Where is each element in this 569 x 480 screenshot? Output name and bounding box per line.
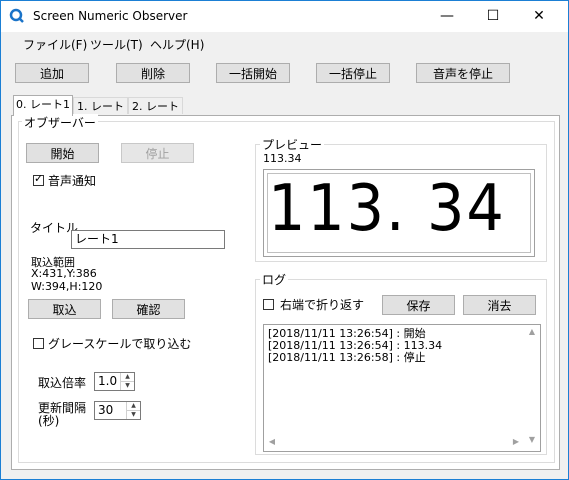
start-button[interactable]: 開始 xyxy=(26,143,99,163)
interval-spin-buttons: ▲ ▼ xyxy=(126,402,140,419)
scroll-right-icon[interactable]: ▶ xyxy=(508,437,524,446)
close-button[interactable]: ✕ xyxy=(516,1,562,32)
log-line: [2018/11/11 13:26:58] : 停止 xyxy=(268,351,426,364)
spin-up-icon[interactable]: ▲ xyxy=(121,373,134,382)
capture-button[interactable]: 取込 xyxy=(28,299,101,319)
zoom-label: 取込倍率 xyxy=(38,376,87,390)
voice-notify-label: 音声通知 xyxy=(48,174,97,188)
preview-group-label: プレビュー xyxy=(260,136,325,153)
spin-up-icon[interactable]: ▲ xyxy=(127,402,140,411)
minimize-button[interactable]: — xyxy=(424,1,470,32)
start-all-button[interactable]: 一括開始 xyxy=(216,63,290,83)
scroll-down-icon[interactable]: ▼ xyxy=(524,435,540,444)
stop-button[interactable]: 停止 xyxy=(121,143,194,163)
preview-frame: 113. 34 xyxy=(267,172,531,253)
zoom-value: 1.0 xyxy=(98,374,118,388)
title-input[interactable]: レート1 xyxy=(71,230,225,249)
tab-rate2[interactable]: 1. レート2 xyxy=(73,97,128,130)
menu-help[interactable]: ヘルプ(H) xyxy=(150,36,204,53)
observer-group-label: オブザーバー xyxy=(22,114,98,131)
scroll-up-icon[interactable]: ▲ xyxy=(524,327,540,336)
log-scrollbar[interactable]: ▲ ▼ xyxy=(524,325,540,451)
app-window: Screen Numeric Observer — ☐ ✕ ファイル(F) ツー… xyxy=(0,0,569,480)
clear-button[interactable]: 消去 xyxy=(463,295,536,315)
app-logo-icon xyxy=(9,8,24,23)
delete-button[interactable]: 削除 xyxy=(116,63,190,83)
menu-bar: ファイル(F) ツール(T) ヘルプ(H) xyxy=(1,32,568,54)
check-icon: ✓ xyxy=(34,172,44,185)
preview-big-number: 113. 34 xyxy=(268,172,506,246)
save-button[interactable]: 保存 xyxy=(382,295,455,315)
scroll-left-icon[interactable]: ◀ xyxy=(264,437,280,446)
interval-unit-label: (秒) xyxy=(38,414,60,428)
tab-rate3[interactable]: 2. レート3 xyxy=(128,97,183,130)
voice-notify-checkbox[interactable]: ✓ xyxy=(33,172,44,186)
zoom-spin-buttons: ▲ ▼ xyxy=(120,373,134,390)
preview-image: 113. 34 xyxy=(263,169,535,257)
menu-tool[interactable]: ツール(T) xyxy=(90,36,143,53)
spin-down-icon[interactable]: ▼ xyxy=(127,411,140,419)
log-group-label: ログ xyxy=(260,271,289,288)
grayscale-checkbox[interactable] xyxy=(33,338,44,349)
tab-rate1[interactable]: 0. レート1 xyxy=(13,95,73,116)
zoom-stepper[interactable]: 1.0 ▲ ▼ xyxy=(94,372,135,391)
spin-down-icon[interactable]: ▼ xyxy=(121,382,134,390)
range-wh: W:394,H:120 xyxy=(31,280,103,293)
maximize-button[interactable]: ☐ xyxy=(470,1,516,32)
title-bar: Screen Numeric Observer — ☐ ✕ xyxy=(1,1,568,32)
range-xy: X:431,Y:386 xyxy=(31,267,97,280)
wrap-checkbox[interactable] xyxy=(263,299,274,310)
wrap-label: 右端で折り返す xyxy=(280,298,365,312)
minimize-icon: — xyxy=(440,8,454,24)
preview-value: 113.34 xyxy=(263,152,302,165)
log-list[interactable]: [2018/11/11 13:26:54] : 開始 [2018/11/11 1… xyxy=(263,324,541,452)
stop-all-button[interactable]: 一括停止 xyxy=(316,63,390,83)
confirm-button[interactable]: 確認 xyxy=(112,299,185,319)
interval-stepper[interactable]: 30 ▲ ▼ xyxy=(94,401,141,420)
log-hscrollbar[interactable]: ◀ ▶ xyxy=(264,435,524,451)
close-icon: ✕ xyxy=(533,8,545,24)
stop-voice-button[interactable]: 音声を停止 xyxy=(416,63,510,83)
menu-file[interactable]: ファイル(F) xyxy=(23,36,87,53)
window-title: Screen Numeric Observer xyxy=(33,9,188,23)
interval-value: 30 xyxy=(98,403,114,417)
add-button[interactable]: 追加 xyxy=(15,63,89,83)
maximize-icon: ☐ xyxy=(486,8,500,24)
grayscale-label: グレースケールで取り込む xyxy=(48,337,192,351)
